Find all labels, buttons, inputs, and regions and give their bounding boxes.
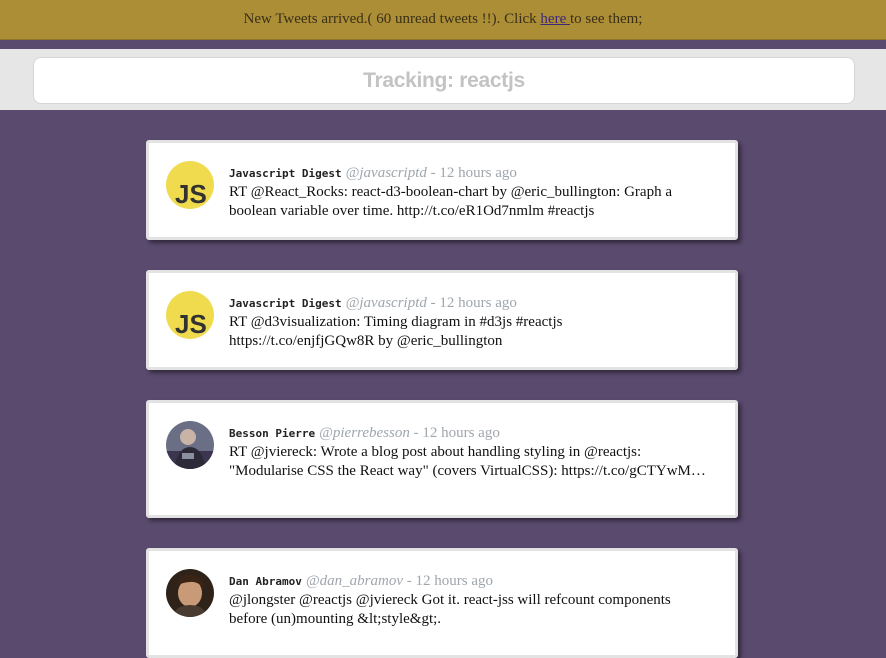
- tweet-meta: Dan Abramov @dan_abramov - 12 hours ago: [229, 572, 711, 591]
- svg-text:JS: JS: [175, 179, 207, 209]
- page-title: Tracking: reactjs: [33, 57, 855, 104]
- tweet-text: @jlongster @reactjs @jviereck Got it. re…: [229, 592, 671, 627]
- tweet-text: RT @jviereck: Wrote a blog post about ha…: [229, 444, 706, 479]
- tweet-card: Dan Abramov @dan_abramov - 12 hours ago @…: [146, 548, 738, 658]
- tweet-body: Javascript Digest @javascriptd - 12 hours…: [229, 294, 711, 351]
- tweet-time: 12 hours ago: [439, 165, 517, 181]
- tweet-body: Javascript Digest @javascriptd - 12 hours…: [229, 164, 711, 221]
- tweet-card: Besson Pierre @pierrebesson - 12 hours ag…: [146, 400, 738, 518]
- author-handle[interactable]: @dan_abramov: [306, 573, 403, 589]
- author-handle[interactable]: @pierrebesson: [319, 425, 410, 441]
- tweet-meta: Javascript Digest @javascriptd - 12 hours…: [229, 164, 711, 183]
- author-name[interactable]: Dan Abramov: [229, 575, 302, 588]
- tweet-text: RT @React_Rocks: react-d3-boolean-chart …: [229, 184, 672, 219]
- avatar-photo: [166, 421, 214, 469]
- tweet-text: RT @d3visualization: Timing diagram in #…: [229, 314, 563, 349]
- notification-text: New Tweets arrived.( 60 unread tweets !!…: [243, 11, 541, 27]
- separator: -: [426, 295, 440, 311]
- author-handle[interactable]: @javascriptd: [346, 165, 427, 181]
- avatar-js-logo: JS: [166, 291, 214, 339]
- tweet-meta: Besson Pierre @pierrebesson - 12 hours ag…: [229, 424, 711, 443]
- tweet-time: 12 hours ago: [439, 295, 517, 311]
- avatar-js-logo: JS: [166, 161, 214, 209]
- tweet-body: Dan Abramov @dan_abramov - 12 hours ago @…: [229, 572, 711, 629]
- avatar-photo: [166, 569, 214, 617]
- tweet-time: 12 hours ago: [415, 573, 494, 589]
- separator: -: [409, 425, 423, 441]
- separator: -: [426, 165, 440, 181]
- author-name[interactable]: Javascript Digest: [229, 167, 342, 180]
- svg-text:JS: JS: [175, 309, 207, 339]
- author-handle[interactable]: @javascriptd: [346, 295, 427, 311]
- tweet-card: JS Javascript Digest @javascriptd - 12 ho…: [146, 140, 738, 240]
- tweet-body: Besson Pierre @pierrebesson - 12 hours ag…: [229, 424, 711, 481]
- notification-text-end: to see them;: [569, 11, 643, 27]
- tweet-time: 12 hours ago: [422, 425, 500, 441]
- see-new-tweets-link[interactable]: here: [540, 11, 570, 27]
- author-name[interactable]: Javascript Digest: [229, 297, 342, 310]
- author-name[interactable]: Besson Pierre: [229, 427, 315, 440]
- tweet-card: JS Javascript Digest @javascriptd - 12 ho…: [146, 270, 738, 370]
- new-tweets-notification: New Tweets arrived.( 60 unread tweets !!…: [0, 0, 886, 40]
- tweet-meta: Javascript Digest @javascriptd - 12 hours…: [229, 294, 711, 313]
- separator: -: [403, 573, 416, 589]
